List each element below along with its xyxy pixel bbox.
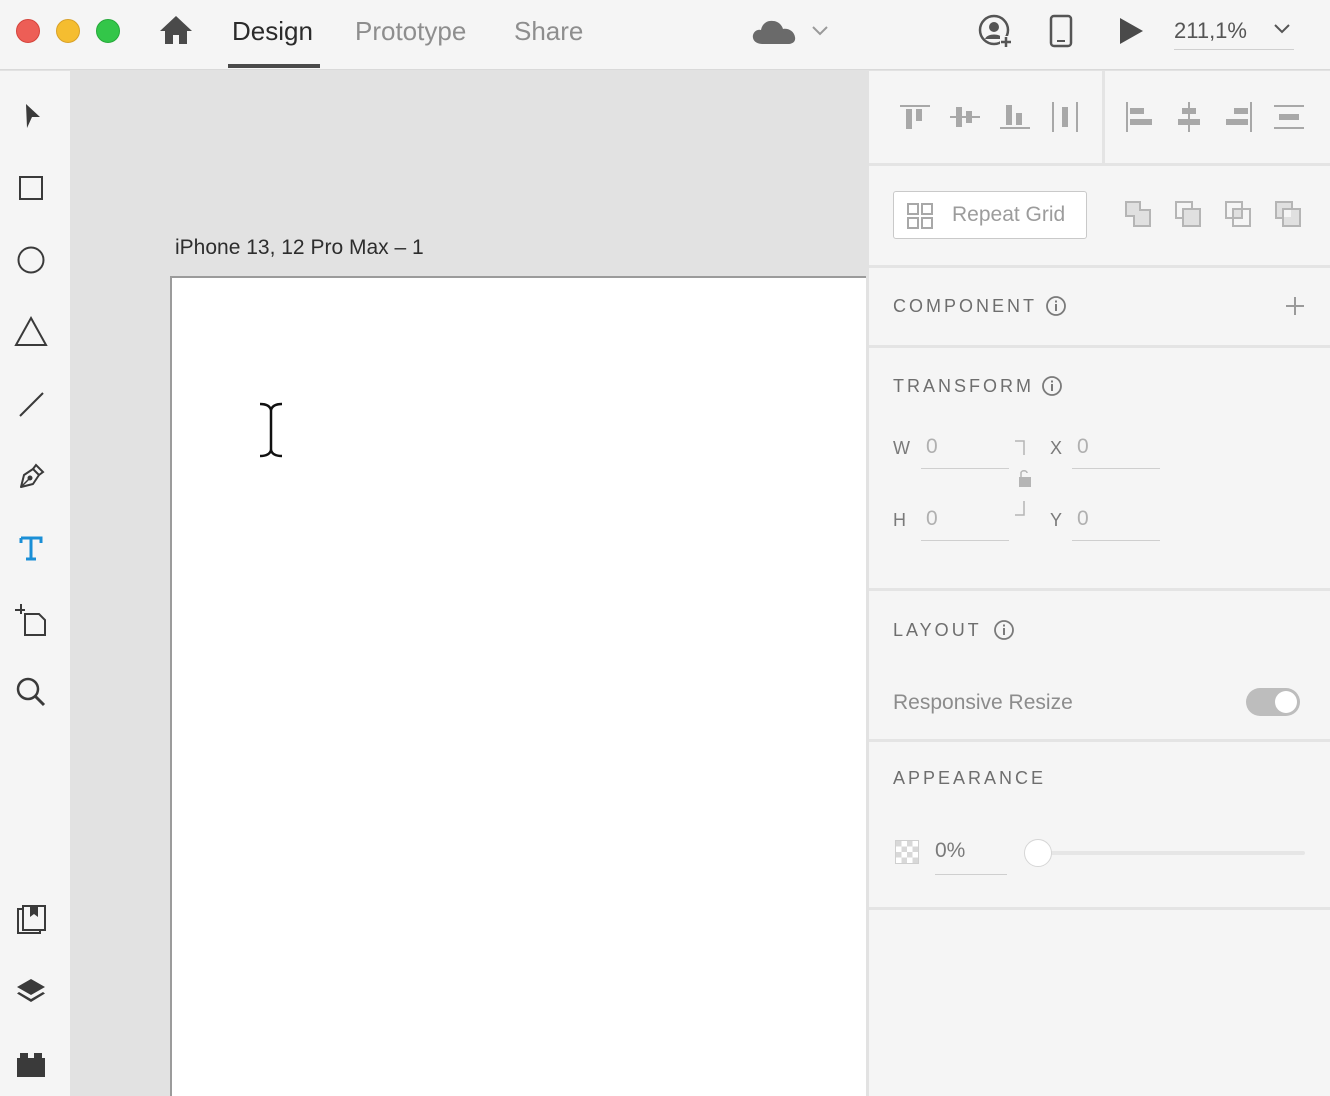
assets-panel-button[interactable]	[10, 899, 52, 941]
pen-tool[interactable]	[10, 455, 52, 497]
boolean-add-icon[interactable]	[1123, 199, 1153, 229]
text-tool[interactable]	[10, 527, 52, 569]
opacity-slider-knob[interactable]	[1024, 839, 1052, 867]
rectangle-icon	[19, 176, 43, 200]
opacity-slider-track[interactable]	[1039, 851, 1305, 855]
section-divider	[869, 345, 1330, 348]
zoom-level-select[interactable]: 211,1%	[1174, 14, 1294, 50]
tools-toolbar	[0, 71, 70, 1096]
y-input[interactable]: 0	[1077, 507, 1089, 531]
zoom-tool[interactable]	[10, 671, 52, 713]
assets-icon	[17, 905, 46, 934]
ellipse-tool[interactable]	[10, 239, 52, 281]
tab-design[interactable]: Design	[232, 14, 313, 54]
toggle-knob	[1275, 691, 1297, 713]
width-input[interactable]: 0	[926, 435, 938, 459]
line-tool[interactable]	[10, 383, 52, 425]
distribute-vertical-icon[interactable]	[1271, 99, 1307, 135]
align-middle-icon[interactable]	[947, 99, 983, 135]
active-tab-indicator	[228, 64, 320, 68]
boolean-intersect-icon[interactable]	[1223, 199, 1253, 229]
title-bar: Design Prototype Share 211,1%	[0, 0, 1330, 70]
minimize-window-button[interactable]	[56, 19, 80, 43]
align-left-icon[interactable]	[1121, 99, 1157, 135]
layers-panel-button[interactable]	[10, 971, 52, 1013]
align-top-icon[interactable]	[897, 99, 933, 135]
select-icon	[26, 104, 40, 128]
property-inspector: Repeat Grid COMPONENT TRANSFORM W 0 X 0	[866, 71, 1330, 1096]
repeat-grid-label: Repeat Grid	[952, 203, 1066, 226]
lock-aspect-icon[interactable]	[1009, 439, 1031, 517]
section-divider	[869, 739, 1330, 742]
section-divider	[869, 265, 1330, 268]
x-input[interactable]: 0	[1077, 435, 1089, 459]
align-right-icon[interactable]	[1221, 99, 1257, 135]
info-icon[interactable]	[993, 619, 1015, 641]
polygon-icon	[14, 315, 48, 346]
height-input[interactable]: 0	[926, 507, 938, 531]
text-cursor-icon	[259, 402, 283, 458]
chevron-down-icon[interactable]	[810, 24, 830, 38]
responsive-resize-label: Responsive Resize	[893, 691, 1073, 714]
text-icon	[19, 536, 43, 561]
line-icon	[19, 392, 44, 417]
cloud-icon[interactable]	[750, 16, 798, 46]
component-section-title: COMPONENT	[893, 296, 1037, 316]
align-divider	[1102, 71, 1105, 165]
play-preview-icon[interactable]	[1116, 16, 1146, 46]
distribute-horizontal-icon[interactable]	[1047, 99, 1083, 135]
ellipse-icon	[17, 246, 45, 274]
tab-prototype[interactable]: Prototype	[355, 14, 466, 54]
home-icon[interactable]	[158, 14, 194, 46]
repeat-grid-button[interactable]: Repeat Grid	[893, 191, 1087, 239]
select-tool[interactable]	[10, 95, 52, 137]
artboard-tool[interactable]	[10, 599, 52, 641]
transform-section-title: TRANSFORM	[893, 376, 1034, 396]
add-component-icon[interactable]	[1284, 295, 1306, 317]
section-divider	[869, 163, 1330, 166]
appearance-section-title: APPEARANCE	[893, 768, 1047, 788]
height-label: H	[893, 510, 906, 530]
close-window-button[interactable]	[16, 19, 40, 43]
zoom-icon	[16, 677, 46, 707]
width-label: W	[893, 438, 910, 458]
artboard-title[interactable]: iPhone 13, 12 Pro Max – 1	[175, 236, 424, 260]
plugins-panel-button[interactable]	[10, 1043, 52, 1085]
tab-share[interactable]: Share	[514, 14, 583, 54]
boolean-subtract-icon[interactable]	[1173, 199, 1203, 229]
x-label: X	[1050, 438, 1063, 458]
device-preview-icon[interactable]	[1048, 14, 1074, 48]
boolean-exclude-icon[interactable]	[1273, 199, 1303, 229]
zoom-window-button[interactable]	[96, 19, 120, 43]
chevron-down-icon	[1274, 24, 1290, 34]
opacity-checker-icon	[895, 840, 919, 864]
rectangle-tool[interactable]	[10, 167, 52, 209]
section-divider	[869, 588, 1330, 591]
align-center-icon[interactable]	[1171, 99, 1207, 135]
info-icon[interactable]	[1041, 375, 1063, 397]
info-icon[interactable]	[1045, 295, 1067, 317]
align-bottom-icon[interactable]	[997, 99, 1033, 135]
y-label: Y	[1050, 510, 1063, 530]
repeat-grid-icon	[907, 203, 933, 229]
artboard[interactable]	[170, 276, 866, 1096]
layers-icon	[17, 979, 45, 1002]
artboard-icon	[15, 604, 46, 636]
opacity-input[interactable]: 0%	[935, 839, 965, 863]
polygon-tool[interactable]	[10, 311, 52, 353]
invite-user-icon[interactable]	[978, 14, 1014, 50]
layout-section-title: LAYOUT	[893, 620, 982, 640]
plugins-icon	[17, 1053, 45, 1077]
responsive-resize-toggle[interactable]	[1246, 688, 1300, 716]
zoom-level-value: 211,1%	[1174, 18, 1247, 43]
section-divider	[869, 907, 1330, 910]
pen-icon	[20, 463, 45, 488]
